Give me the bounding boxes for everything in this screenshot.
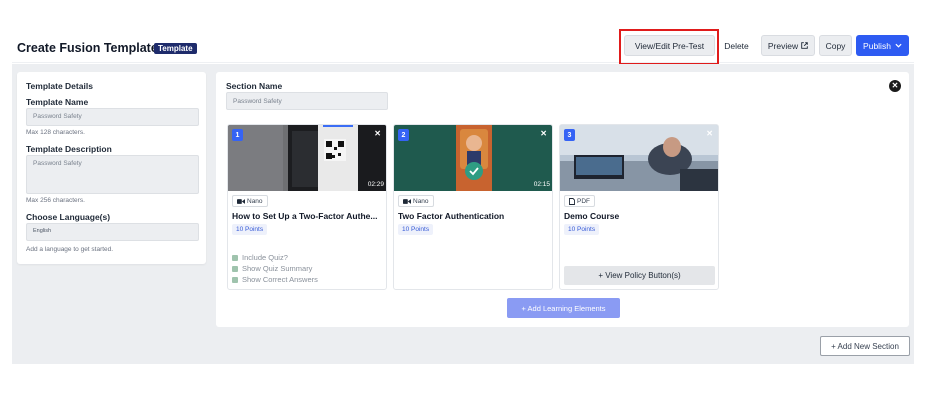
language-help: Add a language to get started. (26, 246, 114, 253)
publish-button[interactable]: Publish (856, 35, 909, 56)
document-thumbnail: 3 ✕ (560, 125, 718, 191)
view-policy-button[interactable]: + View Policy Button(s) (564, 266, 715, 285)
preview-button[interactable]: Preview (761, 35, 815, 56)
copy-button[interactable]: Copy (819, 35, 852, 56)
remove-card-icon[interactable]: ✕ (540, 129, 547, 138)
template-name-label: Template Name (26, 97, 89, 107)
card-number-badge: 3 (564, 129, 575, 141)
type-label: Nano (247, 197, 263, 205)
card-title: Demo Course (564, 211, 620, 221)
section-name-input[interactable]: Password Safety (226, 92, 388, 110)
option-label: Show Quiz Summary (242, 264, 313, 273)
option-label: Include Quiz? (242, 253, 288, 262)
preview-label: Preview (767, 40, 799, 51)
template-description-label: Template Description (26, 144, 112, 154)
delete-button[interactable]: Delete (720, 35, 753, 56)
remove-card-icon[interactable]: ✕ (706, 129, 713, 138)
remove-section-icon[interactable]: ✕ (889, 80, 901, 92)
video-duration: 02:29 (367, 181, 384, 188)
video-duration: 02:15 (533, 181, 550, 188)
template-name-input[interactable]: Password Safety (26, 108, 199, 126)
show-quiz-summary-option[interactable]: Show Quiz Summary (232, 264, 312, 273)
points-chip: 10 Points (564, 224, 600, 235)
points-chip: 10 Points (398, 224, 434, 235)
document-icon (569, 197, 575, 205)
show-correct-answers-option[interactable]: Show Correct Answers (232, 275, 318, 284)
type-chip: Nano (398, 195, 434, 207)
learning-element-card[interactable]: 1 ✕ 02:29 Nano How to Set Up a Two-Facto… (227, 124, 387, 290)
template-description-help: Max 256 characters. (26, 197, 85, 204)
template-badge: Template (154, 43, 197, 54)
video-thumbnail: 2 ✕ 02:15 (394, 125, 552, 191)
external-link-icon (801, 42, 808, 49)
card-title: How to Set Up a Two-Factor Authe... (232, 211, 378, 221)
card-number-badge: 1 (232, 129, 243, 141)
chevron-down-icon (895, 43, 902, 48)
remove-card-icon[interactable]: ✕ (374, 129, 381, 138)
template-details-heading: Template Details (26, 81, 93, 91)
add-new-section-button[interactable]: + Add New Section (820, 336, 910, 356)
video-thumbnail: 1 ✕ 02:29 (228, 125, 386, 191)
page-title: Create Fusion Template (17, 41, 158, 55)
highlight-box (619, 29, 719, 65)
type-chip: Nano (232, 195, 268, 207)
learning-element-card[interactable]: 3 ✕ PDF Demo Course 10 Points + View Pol… (559, 124, 719, 290)
language-select[interactable]: English (26, 223, 199, 241)
language-label: Choose Language(s) (26, 212, 111, 222)
type-label: Nano (413, 197, 429, 205)
template-name-help: Max 128 characters. (26, 129, 85, 136)
template-description-input[interactable]: Password Safety (26, 155, 199, 194)
learning-element-card[interactable]: 2 ✕ 02:15 Nano Two Factor Authentication… (393, 124, 553, 290)
add-learning-elements-button[interactable]: + Add Learning Elements (507, 298, 620, 318)
checkbox-icon (232, 265, 238, 272)
section-name-label: Section Name (226, 81, 283, 91)
card-number-badge: 2 (398, 129, 409, 141)
option-label: Show Correct Answers (242, 275, 318, 284)
checkbox-icon (232, 254, 238, 261)
card-title: Two Factor Authentication (398, 211, 505, 221)
type-label: PDF (577, 197, 590, 205)
points-chip: 10 Points (232, 224, 268, 235)
type-chip: PDF (564, 195, 595, 207)
checkbox-icon (232, 276, 238, 283)
video-camera-icon (403, 198, 411, 204)
include-quiz-option[interactable]: Include Quiz? (232, 253, 288, 262)
publish-label: Publish (863, 40, 891, 51)
template-details-panel: Template Details Template Name Password … (17, 72, 206, 264)
video-camera-icon (237, 198, 245, 204)
